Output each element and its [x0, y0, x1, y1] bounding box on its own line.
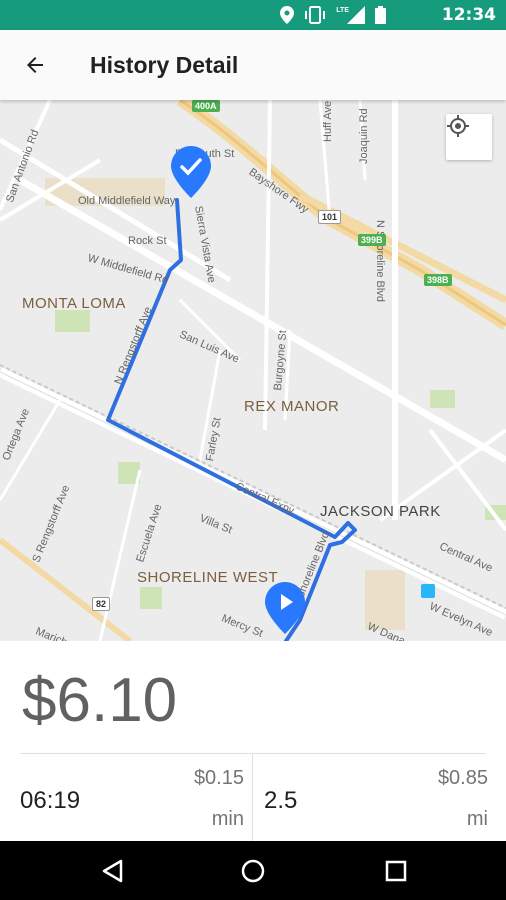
app-bar: History Detail	[0, 30, 506, 100]
arrow-back-icon	[27, 57, 43, 73]
shield-398b: 398B	[424, 274, 452, 286]
map-label-huff: Huff Ave	[322, 100, 334, 142]
page-title: History Detail	[90, 52, 239, 78]
per-minute-unit: min	[211, 808, 244, 830]
lte-label: LTE	[336, 6, 349, 14]
end-pin-check-icon[interactable]	[171, 146, 211, 198]
fare-panel: $6.10 06:19 $0.15 min 2.5 $0.85 mi	[0, 641, 506, 841]
map-label-shoreline-west: SHORELINE WEST	[137, 569, 279, 586]
my-location-button[interactable]	[446, 114, 492, 160]
location-icon	[280, 6, 295, 24]
map-label-n-shoreline: N Shoreline Blvd	[374, 220, 386, 302]
crosshair-icon	[447, 115, 469, 137]
map-base	[0, 100, 506, 641]
battery-icon	[375, 6, 386, 24]
per-minute-price: $0.15	[193, 767, 244, 789]
shield-399b: 399B	[358, 234, 386, 246]
status-icons: LTE	[280, 6, 386, 24]
nav-recents-button[interactable]	[376, 851, 416, 891]
fare-total: $6.10	[22, 666, 178, 735]
map-label-rex-manor: REX MANOR	[244, 398, 340, 415]
lte-signal-icon	[347, 6, 365, 24]
start-pin-play-icon[interactable]	[265, 582, 305, 634]
nav-back-button[interactable]	[92, 851, 132, 891]
trip-duration: 06:19	[20, 787, 81, 814]
shield-400a: 400A	[192, 100, 220, 112]
triangle-back-icon	[102, 859, 123, 883]
map-label-jackson-park: JACKSON PARK	[320, 503, 441, 520]
system-nav-bar	[0, 841, 506, 900]
trip-distance: 2.5	[264, 787, 298, 814]
vertical-divider	[252, 754, 253, 841]
map-label-monta-loma: MONTA LOMA	[22, 295, 126, 312]
shield-101: 101	[318, 210, 342, 224]
per-mile-unit: mi	[466, 808, 488, 830]
circle-home-icon	[241, 859, 265, 883]
map-label-rock-st: Rock St	[128, 235, 167, 247]
per-mile-price: $0.85	[437, 767, 488, 789]
vibrate-icon	[305, 6, 326, 24]
shield-82: 82	[92, 597, 111, 611]
map-label-joaquin: Joaquin Rd	[358, 108, 370, 164]
nav-home-button[interactable]	[233, 851, 273, 891]
square-recents-icon	[385, 860, 407, 882]
route-map[interactable]: Plymouth St Old Middlefield Way Rock St …	[0, 100, 506, 641]
back-button[interactable]	[14, 44, 56, 86]
status-bar: LTE 12:34	[0, 0, 506, 30]
divider	[20, 753, 486, 754]
status-clock: 12:34	[441, 5, 496, 25]
map-label-old-middlefield: Old Middlefield Way	[78, 195, 176, 207]
